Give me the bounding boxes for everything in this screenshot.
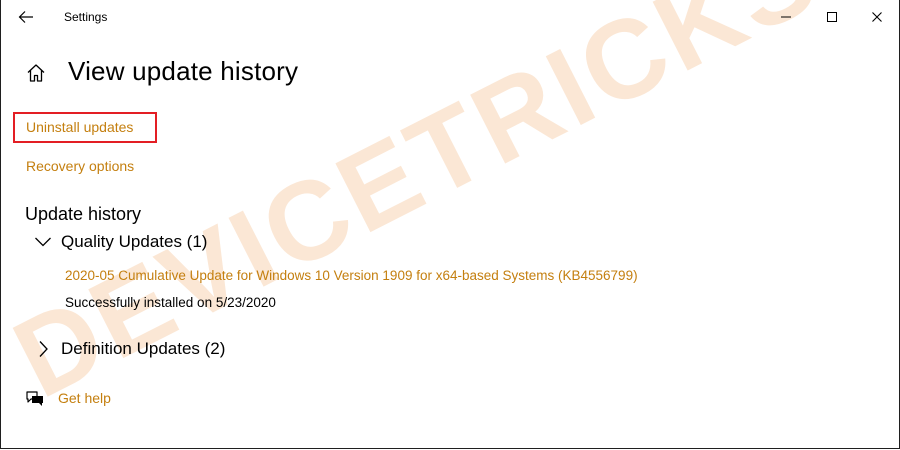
title-bar: Settings xyxy=(1,0,899,34)
recovery-options-link[interactable]: Recovery options xyxy=(26,158,134,174)
back-arrow-icon xyxy=(18,11,33,23)
chevron-down-icon xyxy=(33,232,53,252)
home-button[interactable] xyxy=(25,62,47,84)
quality-updates-group[interactable]: Quality Updates (1) xyxy=(33,232,207,252)
settings-window: DEVICETRICKS Settings View update histor… xyxy=(0,0,900,449)
get-help-label: Get help xyxy=(58,390,111,406)
window-title: Settings xyxy=(64,10,108,24)
minimize-icon xyxy=(781,16,791,18)
page-title: View update history xyxy=(68,56,299,86)
help-chat-icon xyxy=(26,391,43,406)
back-button[interactable] xyxy=(11,4,41,30)
update-item-status: Successfully installed on 5/23/2020 xyxy=(65,295,276,310)
uninstall-updates-link[interactable]: Uninstall updates xyxy=(26,119,133,135)
definition-updates-label: Definition Updates (2) xyxy=(61,339,226,358)
close-button[interactable] xyxy=(854,0,899,34)
chevron-right-icon xyxy=(33,339,53,359)
maximize-button[interactable] xyxy=(809,0,855,34)
minimize-button[interactable] xyxy=(763,0,809,34)
home-icon xyxy=(27,64,45,82)
close-icon xyxy=(872,12,882,22)
maximize-icon xyxy=(827,12,837,22)
update-item-link[interactable]: 2020-05 Cumulative Update for Windows 10… xyxy=(65,268,638,283)
update-history-heading: Update history xyxy=(25,204,142,224)
get-help-link[interactable]: Get help xyxy=(25,388,111,408)
quality-updates-label: Quality Updates (1) xyxy=(61,232,208,251)
definition-updates-group[interactable]: Definition Updates (2) xyxy=(33,339,225,359)
